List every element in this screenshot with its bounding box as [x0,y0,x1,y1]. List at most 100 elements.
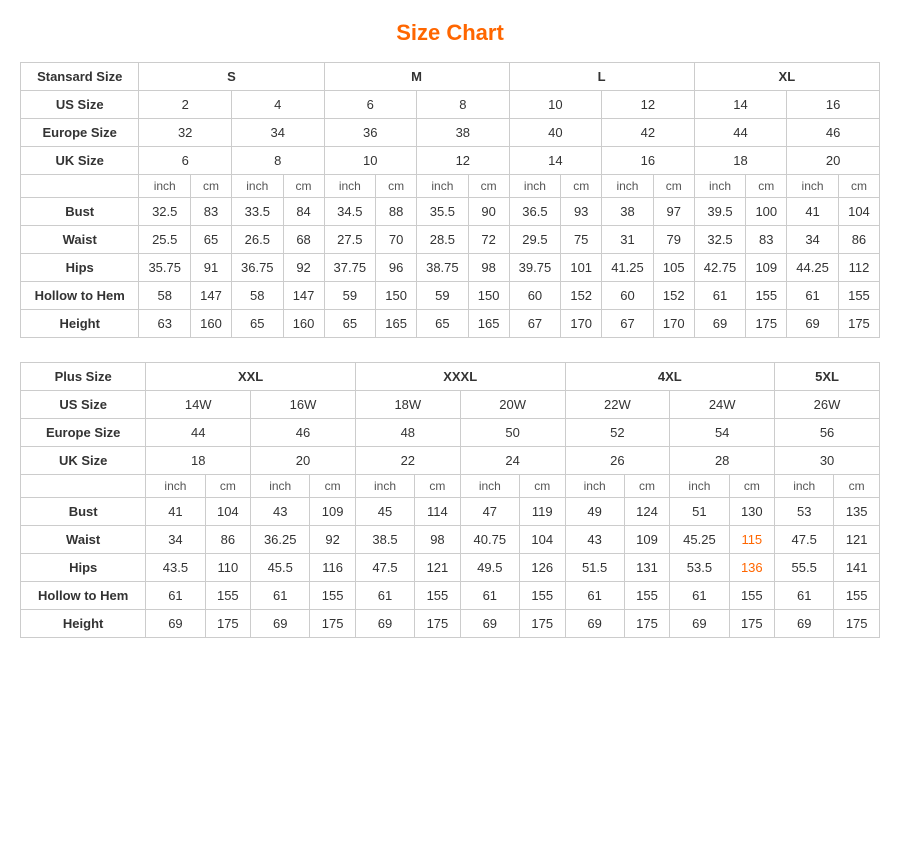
std-header-col1: Stansard Size [21,63,139,91]
std-height-12: 69 [694,310,746,338]
plus-header-xxl: XXL [146,363,356,391]
std-us-10: 10 [509,91,602,119]
plus-sub-13: cm [834,475,880,498]
std-hollow-6: 59 [417,282,469,310]
std-height-6: 65 [417,310,469,338]
plus-eu-44: 44 [146,419,251,447]
std-us-8: 8 [417,91,510,119]
plus-hollow-10: 61 [670,582,729,610]
std-uk-12: 12 [417,147,510,175]
std-us-label: US Size [21,91,139,119]
plus-hips-row: Hips 43.5 110 45.5 116 47.5 121 49.5 126… [21,554,880,582]
std-hips-1: 91 [191,254,232,282]
plus-hollow-label: Hollow to Hem [21,582,146,610]
std-sub-13: cm [746,175,787,198]
plus-uk-30: 30 [775,447,880,475]
plus-bust-label: Bust [21,498,146,526]
std-height-10: 67 [602,310,654,338]
plus-hips-2: 45.5 [251,554,310,582]
std-uk-8: 8 [231,147,324,175]
std-waist-0: 25.5 [139,226,191,254]
std-hips-3: 92 [283,254,324,282]
plus-height-0: 69 [146,610,205,638]
std-height-2: 65 [231,310,283,338]
plus-bust-5: 114 [415,498,461,526]
std-hollow-3: 147 [283,282,324,310]
plus-hips-9: 131 [624,554,670,582]
std-header-xl: XL [694,63,879,91]
plus-sub-2: inch [251,475,310,498]
std-sub-5: cm [376,175,417,198]
plus-waist-2: 36.25 [251,526,310,554]
std-uk-label: UK Size [21,147,139,175]
std-hips-5: 96 [376,254,417,282]
std-us-size-row: US Size 2 4 6 8 10 12 14 16 [21,91,880,119]
std-hollow-0: 58 [139,282,191,310]
std-sub-10: inch [602,175,654,198]
plus-hips-12: 55.5 [775,554,834,582]
plus-subheader-row: inch cm inch cm inch cm inch cm inch cm … [21,475,880,498]
plus-hips-4: 47.5 [355,554,414,582]
std-height-14: 69 [787,310,839,338]
std-sub-4: inch [324,175,376,198]
plus-sub-9: cm [624,475,670,498]
plus-subheader-empty [21,475,146,498]
std-height-13: 175 [746,310,787,338]
std-sub-15: cm [838,175,879,198]
plus-height-3: 175 [310,610,356,638]
std-header-m: M [324,63,509,91]
std-us-4: 4 [231,91,324,119]
plus-uk-20: 20 [251,447,356,475]
std-uk-6: 6 [139,147,232,175]
std-height-7: 165 [468,310,509,338]
std-waist-1: 65 [191,226,232,254]
std-eu-46: 46 [787,119,880,147]
plus-waist-12: 47.5 [775,526,834,554]
plus-uk-26: 26 [565,447,670,475]
std-waist-5: 70 [376,226,417,254]
plus-sub-1: cm [205,475,251,498]
plus-hollow-13: 155 [834,582,880,610]
std-height-15: 175 [838,310,879,338]
std-height-8: 67 [509,310,561,338]
std-hips-12: 42.75 [694,254,746,282]
plus-hips-11: 136 [729,554,775,582]
plus-sub-8: inch [565,475,624,498]
plus-sub-0: inch [146,475,205,498]
plus-sub-12: inch [775,475,834,498]
std-hollow-12: 61 [694,282,746,310]
std-uk-16: 16 [602,147,695,175]
plus-eu-46: 46 [251,419,356,447]
plus-us-size-row: US Size 14W 16W 18W 20W 22W 24W 26W [21,391,880,419]
std-hips-9: 101 [561,254,602,282]
std-sub-3: cm [283,175,324,198]
std-waist-row: Waist 25.5 65 26.5 68 27.5 70 28.5 72 29… [21,226,880,254]
plus-height-1: 175 [205,610,251,638]
plus-waist-10: 45.25 [670,526,729,554]
plus-uk-18: 18 [146,447,251,475]
plus-bust-2: 43 [251,498,310,526]
std-hollow-10: 60 [602,282,654,310]
std-hollow-label: Hollow to Hem [21,282,139,310]
plus-waist-9: 109 [624,526,670,554]
plus-bust-7: 119 [519,498,565,526]
plus-bust-row: Bust 41 104 43 109 45 114 47 119 49 124 … [21,498,880,526]
plus-header-col1: Plus Size [21,363,146,391]
plus-us-20w: 20W [460,391,565,419]
plus-hollow-7: 155 [519,582,565,610]
std-hollow-row: Hollow to Hem 58 147 58 147 59 150 59 15… [21,282,880,310]
plus-bust-9: 124 [624,498,670,526]
std-hollow-8: 60 [509,282,561,310]
std-sub-14: inch [787,175,839,198]
std-uk-row: UK Size 6 8 10 12 14 16 18 20 [21,147,880,175]
std-hollow-15: 155 [838,282,879,310]
plus-uk-24: 24 [460,447,565,475]
plus-hips-10: 53.5 [670,554,729,582]
plus-us-18w: 18W [355,391,460,419]
plus-hollow-0: 61 [146,582,205,610]
plus-hips-1: 110 [205,554,251,582]
plus-hollow-11: 155 [729,582,775,610]
plus-bust-0: 41 [146,498,205,526]
std-waist-4: 27.5 [324,226,376,254]
plus-header-xxxl: XXXL [355,363,565,391]
